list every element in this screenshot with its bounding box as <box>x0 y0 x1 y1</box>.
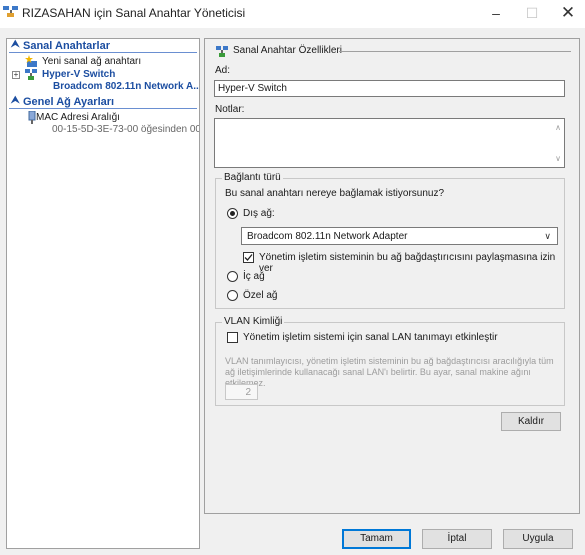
private-network-label: Özel ağ <box>243 290 278 301</box>
header-divider <box>339 51 571 52</box>
vlan-id-legend: VLAN Kimliği <box>222 316 285 327</box>
tree-item-mac-range-label: MAC Adresi Aralığı <box>36 112 120 123</box>
checkmark-icon <box>244 254 253 261</box>
internal-network-radio[interactable] <box>227 271 238 282</box>
minimize-button[interactable]: – <box>479 3 513 23</box>
connection-question: Bu sanal anahtarı nereye bağlamak istiyo… <box>225 188 445 199</box>
chevron-down-icon: ∨ <box>544 231 551 241</box>
close-button[interactable]: ✕ <box>551 3 585 23</box>
allow-management-os-label: Yönetim işletim sisteminin bu ağ bağdaşt… <box>259 252 556 274</box>
scroll-down-icon[interactable]: ∨ <box>555 154 561 163</box>
private-network-radio[interactable] <box>227 290 238 301</box>
name-input[interactable]: Hyper-V Switch <box>214 80 565 97</box>
expand-plus-icon[interactable]: + <box>12 71 20 79</box>
remove-button[interactable]: Kaldır <box>501 412 561 431</box>
section-global-network-settings[interactable]: ⮝ Genel Ağ Ayarları <box>9 95 197 109</box>
title-bar: RIZASAHAN için Sanal Anahtar Yöneticisi … <box>0 0 585 28</box>
tree-item-hyperv-switch-adapter: Broadcom 802.11n Network A... <box>53 81 199 92</box>
network-adapter-value: Broadcom 802.11n Network Adapter <box>247 231 408 242</box>
allow-management-os-checkbox[interactable] <box>243 252 254 263</box>
notes-label: Notlar: <box>215 104 245 115</box>
network-switch-icon <box>25 69 37 80</box>
cancel-button[interactable]: İptal <box>422 529 492 549</box>
navigation-tree: ⮝ Sanal Anahtarlar Yeni sanal ağ anahtar… <box>6 38 200 549</box>
section-global-network-settings-label: Genel Ağ Ayarları <box>23 96 115 108</box>
tree-item-new-switch-label: Yeni sanal ağ anahtarı <box>42 56 142 67</box>
tree-item-hyperv-switch[interactable]: + Hyper-V Switch Broadcom 802.11n Networ… <box>11 68 199 96</box>
section-virtual-switches[interactable]: ⮝ Sanal Anahtarlar <box>9 39 197 53</box>
section-virtual-switches-label: Sanal Anahtarlar <box>23 40 111 52</box>
collapse-chevron-icon: ⮝ <box>11 39 20 50</box>
vlan-enable-checkbox[interactable] <box>227 332 238 343</box>
collapse-chevron-icon: ⮝ <box>11 95 20 106</box>
properties-header: Sanal Anahtar Özellikleri <box>215 45 571 59</box>
tree-item-mac-range-value: 00-15-5D-3E-73-00 öğesinden 00-... <box>52 124 199 135</box>
vlan-id-input[interactable]: 2 <box>225 384 258 400</box>
vlan-id-group: VLAN Kimliği Yönetim işletim sistemi içi… <box>215 316 565 406</box>
properties-header-label: Sanal Anahtar Özellikleri <box>233 45 342 56</box>
tree-item-new-switch[interactable]: Yeni sanal ağ anahtarı <box>13 55 198 69</box>
connection-type-group: Bağlantı türü Bu sanal anahtarı nereye b… <box>215 172 565 309</box>
external-network-label: Dış ağ: <box>243 208 275 219</box>
ok-button[interactable]: Tamam <box>342 529 411 549</box>
tree-item-mac-range[interactable]: MAC Adresi Aralığı 00-15-5D-3E-73-00 öğe… <box>13 111 199 139</box>
notes-textarea[interactable]: ∧ ∨ <box>214 118 565 168</box>
scroll-up-icon[interactable]: ∧ <box>555 123 561 132</box>
external-network-radio[interactable] <box>227 208 238 219</box>
switch-properties-pane: Sanal Anahtar Özellikleri Ad: Hyper-V Sw… <box>204 38 580 514</box>
connection-type-legend: Bağlantı türü <box>222 172 283 183</box>
vlan-description: VLAN tanımlayıcısı, yönetim işletim sist… <box>225 356 554 388</box>
virtual-switch-manager-icon <box>3 6 18 17</box>
vlan-enable-label: Yönetim işletim sistemi için sanal LAN t… <box>243 332 498 343</box>
tree-item-hyperv-switch-name: Hyper-V Switch <box>42 69 116 80</box>
internal-network-label: İç ağ <box>243 271 265 282</box>
network-switch-icon <box>216 46 228 57</box>
dialog-client-area: ⮝ Sanal Anahtarlar Yeni sanal ağ anahtar… <box>0 28 585 555</box>
window-title: RIZASAHAN için Sanal Anahtar Yöneticisi <box>22 6 246 20</box>
name-label: Ad: <box>215 65 231 76</box>
apply-button[interactable]: Uygula <box>503 529 573 549</box>
network-adapter-select[interactable]: Broadcom 802.11n Network Adapter ∨ <box>241 227 558 245</box>
maximize-button[interactable]: ☐ <box>515 3 549 23</box>
new-switch-star-icon <box>25 55 37 67</box>
